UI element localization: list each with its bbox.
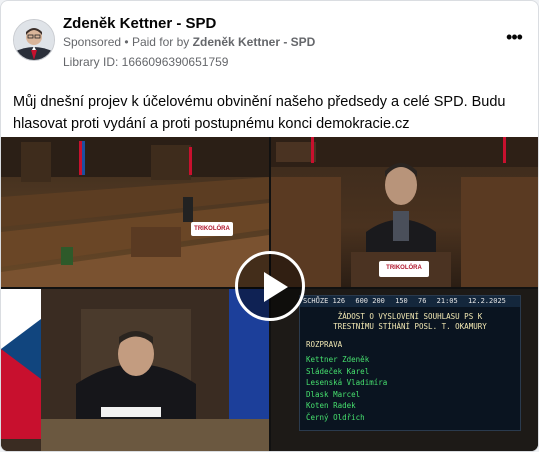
board-speaker: Černý Oldřich: [306, 412, 365, 422]
board-count-c: 76: [417, 297, 427, 305]
avatar-portrait-icon: [14, 20, 54, 60]
more-options-icon[interactable]: •••: [502, 28, 526, 49]
vote-board-shot: SCHŮZE 126 600 200 150 76 21:05 12.2.202…: [271, 289, 538, 451]
lectern-sign: TRIKOLÓRA: [191, 222, 233, 236]
board-speaker: Kettner Zdeněk: [306, 355, 370, 364]
post-text: Můj dnešní projev k účelovému obvinění n…: [13, 94, 506, 132]
board-time: 21:05: [436, 297, 458, 305]
board-count-b: 150: [395, 297, 408, 305]
chamber-wide-shot: TRIKOLÓRA: [1, 137, 269, 287]
board-meeting-number: SCHŮZE 126: [303, 297, 346, 305]
payer-name[interactable]: Zdeněk Kettner - SPD: [193, 35, 316, 49]
board-speaker: Lesenská Vladimíra: [306, 378, 388, 387]
play-icon[interactable]: [235, 251, 305, 321]
chair-shot: [1, 289, 269, 451]
video-player[interactable]: TRIKOLÓRA TRIKOLÓRA SCHŮZE 126 600 200 1…: [1, 137, 538, 451]
board-top-bar: SCHŮZE 126 600 200 150 76 21:05 12.2.202…: [300, 296, 520, 307]
board-title-line1: ŽÁDOST O VYSLOVENÍ SOUHLASU PS K: [337, 312, 483, 321]
board-title-line2: TRESTNÍMU STÍHÁNÍ POSL. T. OKAMURY: [333, 322, 487, 331]
page-avatar[interactable]: [13, 19, 55, 61]
sponsored-label[interactable]: Sponsored: [63, 35, 121, 49]
board-speaker: Sládeček Karel: [306, 366, 370, 376]
paid-for-by-label: Paid for by: [131, 35, 190, 49]
board-speaker-list: Kettner Zdeněk Sládeček Karel Lesenská V…: [306, 354, 387, 423]
ad-post-card: Zdeněk Kettner - SPD Sponsored • Paid fo…: [0, 0, 539, 452]
sponsor-line: Sponsored • Paid for by Zdeněk Kettner -…: [63, 35, 315, 49]
page-name[interactable]: Zdeněk Kettner - SPD: [63, 15, 216, 32]
board-date: 12.2.2025: [467, 297, 506, 305]
board-speaker: Dlask Marcel: [306, 389, 361, 399]
board-speaker: Koten Radek: [306, 401, 356, 410]
lectern-sign-front: TRIKOLÓRA: [379, 261, 429, 277]
library-id: Library ID: 1666096390651759: [63, 55, 229, 69]
separator-dot: •: [124, 35, 129, 49]
speaker-shot: TRIKOLÓRA: [271, 137, 538, 287]
post-header: Zdeněk Kettner - SPD Sponsored • Paid fo…: [13, 15, 526, 71]
board-title: ŽÁDOST O VYSLOVENÍ SOUHLASU PS K TRESTNÍ…: [310, 312, 510, 332]
vote-board: SCHŮZE 126 600 200 150 76 21:05 12.2.202…: [299, 295, 521, 431]
board-count-a: 600 200: [355, 297, 385, 305]
board-rozprava: ROZPRAVA: [306, 340, 343, 349]
